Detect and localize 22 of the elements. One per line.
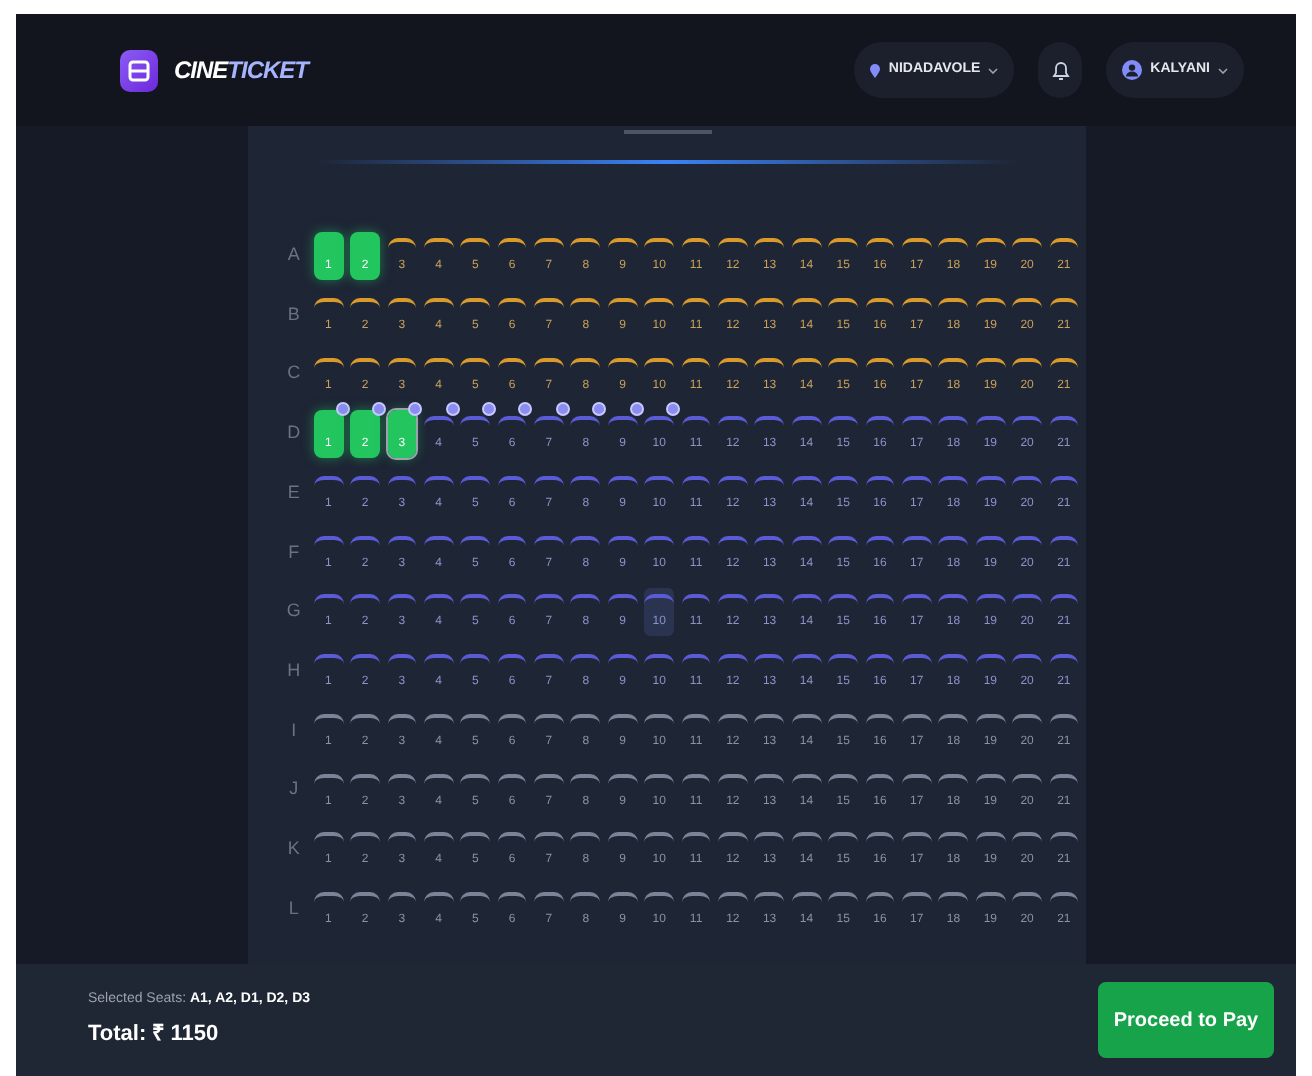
proceed-to-pay-button[interactable]: Proceed to Pay [1098, 982, 1274, 1058]
brand-name[interactable]: CINETICKET [174, 52, 309, 88]
logo-icon [120, 49, 158, 91]
caret-icon [1218, 67, 1228, 73]
user-icon [1122, 60, 1143, 80]
total-price: Total: ₹ 1150 [88, 1020, 221, 1050]
row-label: G [284, 598, 303, 625]
row-label: C [285, 360, 303, 387]
row-label: I [289, 717, 299, 744]
location-pin-icon [870, 63, 881, 77]
bell-icon [1051, 59, 1070, 81]
row-label: F [286, 539, 302, 566]
row-label: K [285, 835, 302, 862]
row-label: H [285, 657, 303, 684]
row-label: A [285, 242, 302, 269]
caret-icon [988, 67, 999, 73]
notifications-button[interactable] [1038, 42, 1083, 98]
row-label: D [285, 420, 303, 447]
row-label: E [285, 479, 302, 506]
row-label: L [286, 895, 301, 922]
row-label: J [287, 776, 301, 803]
row-label: B [285, 301, 302, 328]
